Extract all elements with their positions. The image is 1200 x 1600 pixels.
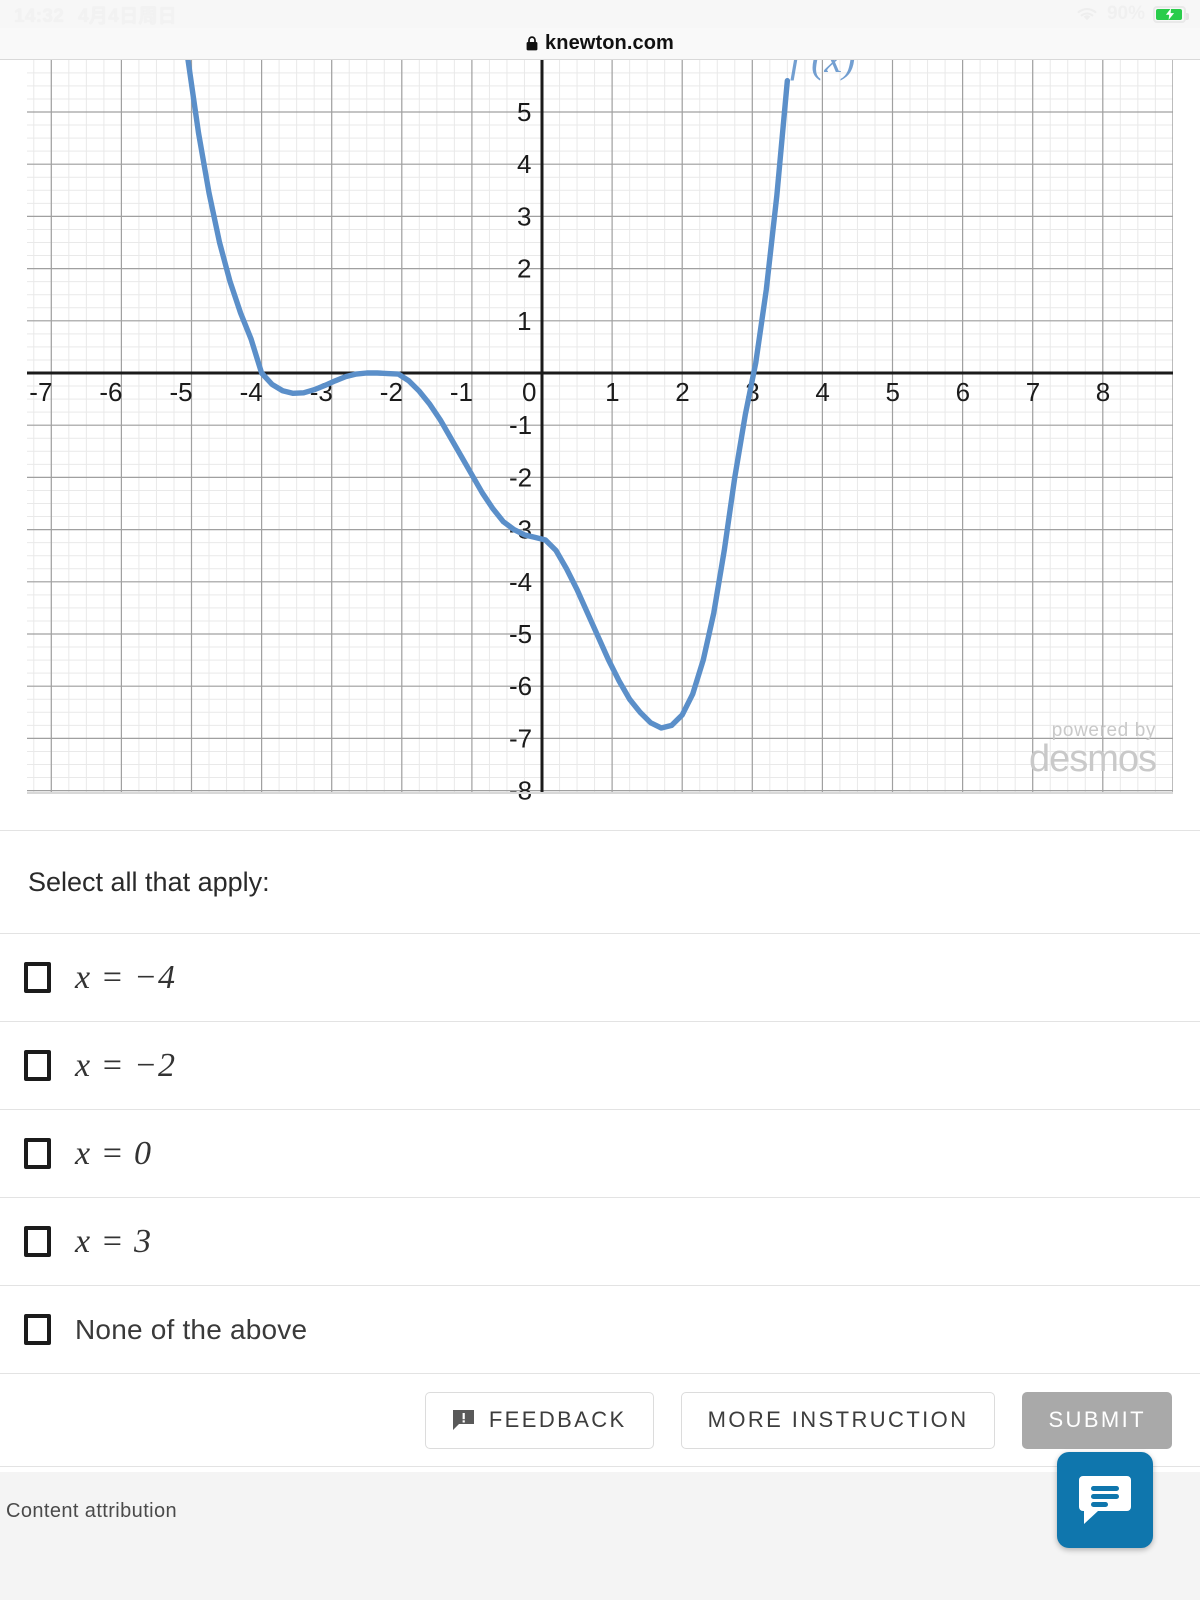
choice-row-4[interactable]: None of the above xyxy=(0,1286,1200,1374)
prompt-text: Select all that apply: xyxy=(28,866,270,897)
checkbox-1[interactable] xyxy=(24,1050,51,1081)
svg-text:-1: -1 xyxy=(509,410,532,440)
svg-text:-2: -2 xyxy=(509,462,532,492)
feedback-label: FEEDBACK xyxy=(488,1407,627,1432)
svg-text:0: 0 xyxy=(522,377,536,407)
svg-text:2: 2 xyxy=(675,377,689,407)
svg-text:-7: -7 xyxy=(29,377,52,407)
checkbox-2[interactable] xyxy=(24,1138,51,1169)
svg-text:-5: -5 xyxy=(509,619,532,649)
battery-percent: 90% xyxy=(1106,3,1145,24)
question-area: Select all that apply: x = −4 x = −2 x =… xyxy=(0,830,1200,1467)
url-text: knewton.com xyxy=(545,32,674,54)
page-footer: Content attribution xyxy=(0,1472,1200,1600)
feedback-icon xyxy=(452,1409,475,1431)
choice-label-2: x = 0 xyxy=(75,1134,153,1172)
desmos-graph-panel[interactable]: -8-7-6-5-4-3-2-1012345678 54321-1-2-3-4-… xyxy=(0,60,1200,830)
battery-charging-icon xyxy=(1153,5,1189,23)
more-instruction-label: MORE INSTRUCTION xyxy=(707,1407,969,1432)
svg-text:8: 8 xyxy=(1096,377,1110,407)
svg-text:-8: -8 xyxy=(509,776,532,806)
checkbox-0[interactable] xyxy=(24,962,51,993)
action-bar: FEEDBACK MORE INSTRUCTION SUBMIT xyxy=(0,1374,1200,1467)
status-date: 4月4日周日 xyxy=(78,5,178,27)
status-bar: 14:32 4月4日周日 90% xyxy=(0,0,1200,28)
curve-label: f (x) xyxy=(790,60,856,81)
svg-text:-4: -4 xyxy=(240,377,263,407)
svg-text:4: 4 xyxy=(815,377,829,407)
svg-text:-6: -6 xyxy=(509,671,532,701)
choice-label-4: None of the above xyxy=(75,1313,308,1345)
more-instruction-button[interactable]: MORE INSTRUCTION xyxy=(680,1391,996,1449)
svg-text:4: 4 xyxy=(517,149,531,179)
submit-label: SUBMIT xyxy=(1048,1407,1146,1432)
svg-text:1: 1 xyxy=(605,377,619,407)
submit-button[interactable]: SUBMIT xyxy=(1022,1391,1172,1449)
status-bar-left: 14:32 4月4日周日 xyxy=(14,1,177,28)
wifi-icon xyxy=(1075,6,1099,23)
choice-row-3[interactable]: x = 3 xyxy=(0,1198,1200,1286)
choice-row-1[interactable]: x = −2 xyxy=(0,1022,1200,1110)
svg-text:5: 5 xyxy=(517,97,531,127)
choice-row-0[interactable]: x = −4 xyxy=(0,934,1200,1022)
choice-label-0: x = −4 xyxy=(75,958,176,996)
svg-text:-5: -5 xyxy=(170,377,193,407)
chat-bubble-icon xyxy=(1078,1475,1132,1525)
browser-url-bar[interactable]: knewton.com xyxy=(0,28,1200,60)
checkbox-4[interactable] xyxy=(24,1314,51,1345)
svg-text:-4: -4 xyxy=(509,567,532,597)
choice-row-2[interactable]: x = 0 xyxy=(0,1110,1200,1198)
function-graph[interactable]: -8-7-6-5-4-3-2-1012345678 54321-1-2-3-4-… xyxy=(0,60,1200,830)
status-time: 14:32 xyxy=(14,5,65,27)
lock-icon xyxy=(526,36,538,51)
svg-text:-7: -7 xyxy=(509,723,532,753)
question-prompt: Select all that apply: xyxy=(0,830,1200,934)
checkbox-3[interactable] xyxy=(24,1226,51,1257)
svg-text:7: 7 xyxy=(1026,377,1040,407)
svg-text:-1: -1 xyxy=(450,377,473,407)
choice-label-3: x = 3 xyxy=(75,1222,153,1260)
svg-text:5: 5 xyxy=(886,377,900,407)
svg-text:3: 3 xyxy=(517,201,531,231)
chat-support-button[interactable] xyxy=(1057,1452,1153,1548)
svg-text:6: 6 xyxy=(956,377,970,407)
svg-text:-2: -2 xyxy=(380,377,403,407)
content-attribution-link[interactable]: Content attribution xyxy=(6,1500,177,1523)
status-bar-right: 90% xyxy=(1075,3,1189,25)
choice-label-1: x = −2 xyxy=(75,1046,176,1084)
svg-text:2: 2 xyxy=(517,254,531,284)
svg-text:1: 1 xyxy=(517,306,531,336)
feedback-button[interactable]: FEEDBACK xyxy=(424,1391,654,1449)
svg-text:-6: -6 xyxy=(99,377,122,407)
